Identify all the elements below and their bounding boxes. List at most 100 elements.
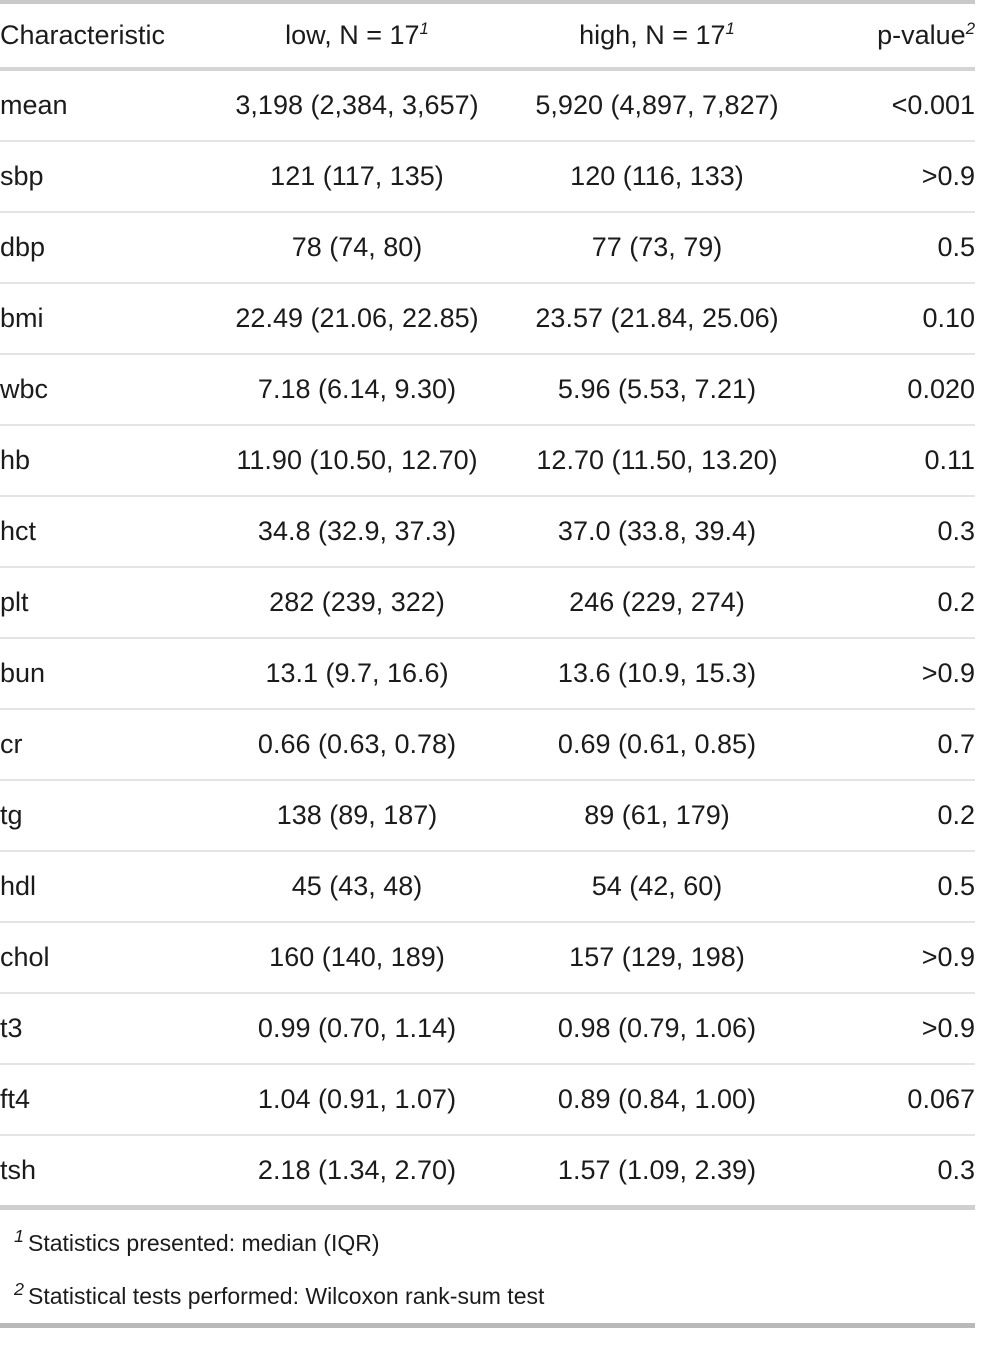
table-header-row: Characteristic low, N = 171 high, N = 17…	[0, 0, 975, 71]
cell-high: 5,920 (4,897, 7,827)	[507, 69, 807, 142]
table-row: chol 160 (140, 189) 157 (129, 198) >0.9	[0, 922, 975, 994]
table-bottom-border	[0, 1323, 975, 1330]
column-header-low-footnote-marker: 1	[419, 19, 429, 38]
cell-pvalue: 0.3	[807, 496, 975, 568]
column-header-high-footnote-marker: 1	[725, 19, 735, 38]
footnote-1-text: Statistics presented: median (IQR)	[27, 1230, 380, 1256]
column-header-characteristic-label: Characteristic	[0, 20, 166, 50]
column-header-low: low, N = 171	[207, 0, 507, 71]
cell-low: 160 (140, 189)	[207, 922, 507, 994]
table-row: plt 282 (239, 322) 246 (229, 274) 0.2	[0, 567, 975, 639]
cell-pvalue: 0.5	[807, 851, 975, 923]
cell-characteristic: mean	[0, 69, 207, 142]
footnote-2-marker: 2	[14, 1279, 24, 1300]
table-row: sbp 121 (117, 135) 120 (116, 133) >0.9	[0, 141, 975, 213]
cell-low: 11.90 (10.50, 12.70)	[207, 425, 507, 497]
column-header-characteristic: Characteristic	[0, 0, 207, 71]
summary-table-container: Characteristic low, N = 171 high, N = 17…	[0, 0, 986, 1330]
footnote-2: 2 Statistical tests performed: Wilcoxon r…	[0, 1270, 975, 1326]
table-row: wbc 7.18 (6.14, 9.30) 5.96 (5.53, 7.21) 0.0…	[0, 354, 975, 426]
cell-pvalue: 0.067	[807, 1064, 975, 1136]
cell-characteristic: chol	[0, 922, 207, 994]
cell-high: 0.69 (0.61, 0.85)	[507, 709, 807, 781]
cell-low: 7.18 (6.14, 9.30)	[207, 354, 507, 426]
cell-characteristic: bun	[0, 638, 207, 710]
table-row: mean 3,198 (2,384, 3,657) 5,920 (4,897, 7,…	[0, 69, 975, 142]
cell-characteristic: wbc	[0, 354, 207, 426]
cell-low: 0.99 (0.70, 1.14)	[207, 993, 507, 1065]
cell-characteristic: plt	[0, 567, 207, 639]
footnote-1: 1 Statistics presented: median (IQR)	[0, 1210, 975, 1270]
cell-pvalue: >0.9	[807, 141, 975, 213]
table-header: Characteristic low, N = 171 high, N = 17…	[0, 0, 975, 71]
cell-pvalue: 0.5	[807, 212, 975, 284]
cell-pvalue: <0.001	[807, 69, 975, 142]
cell-pvalue: 0.11	[807, 425, 975, 497]
table-row: tg 138 (89, 187) 89 (61, 179) 0.2	[0, 780, 975, 852]
cell-high: 23.57 (21.84, 25.06)	[507, 283, 807, 355]
cell-low: 2.18 (1.34, 2.70)	[207, 1135, 507, 1208]
cell-low: 13.1 (9.7, 16.6)	[207, 638, 507, 710]
cell-high: 77 (73, 79)	[507, 212, 807, 284]
table-row: dbp 78 (74, 80) 77 (73, 79) 0.5	[0, 212, 975, 284]
footnote-row-2: 2 Statistical tests performed: Wilcoxon r…	[0, 1270, 975, 1326]
cell-pvalue: 0.020	[807, 354, 975, 426]
table-row: t3 0.99 (0.70, 1.14) 0.98 (0.79, 1.06) >0.9	[0, 993, 975, 1065]
cell-characteristic: ft4	[0, 1064, 207, 1136]
cell-high: 0.98 (0.79, 1.06)	[507, 993, 807, 1065]
comparison-summary-table: Characteristic low, N = 171 high, N = 17…	[0, 0, 975, 1330]
cell-characteristic: dbp	[0, 212, 207, 284]
cell-high: 246 (229, 274)	[507, 567, 807, 639]
cell-high: 157 (129, 198)	[507, 922, 807, 994]
cell-pvalue: 0.2	[807, 567, 975, 639]
cell-pvalue: >0.9	[807, 638, 975, 710]
cell-high: 54 (42, 60)	[507, 851, 807, 923]
cell-high: 37.0 (33.8, 39.4)	[507, 496, 807, 568]
cell-high: 5.96 (5.53, 7.21)	[507, 354, 807, 426]
column-header-low-label: low, N = 17	[285, 20, 420, 50]
cell-pvalue: 0.2	[807, 780, 975, 852]
cell-pvalue: 0.7	[807, 709, 975, 781]
column-header-high-label: high, N = 17	[579, 20, 726, 50]
cell-pvalue: 0.3	[807, 1135, 975, 1208]
cell-low: 3,198 (2,384, 3,657)	[207, 69, 507, 142]
cell-low: 34.8 (32.9, 37.3)	[207, 496, 507, 568]
cell-pvalue: >0.9	[807, 922, 975, 994]
cell-high: 13.6 (10.9, 15.3)	[507, 638, 807, 710]
column-header-high: high, N = 171	[507, 0, 807, 71]
cell-high: 12.70 (11.50, 13.20)	[507, 425, 807, 497]
cell-low: 1.04 (0.91, 1.07)	[207, 1064, 507, 1136]
cell-characteristic: sbp	[0, 141, 207, 213]
column-header-pvalue: p-value2	[807, 0, 975, 71]
cell-characteristic: hb	[0, 425, 207, 497]
table-row: bun 13.1 (9.7, 16.6) 13.6 (10.9, 15.3) >0.9	[0, 638, 975, 710]
table-row: hb 11.90 (10.50, 12.70) 12.70 (11.50, 13.2…	[0, 425, 975, 497]
cell-low: 121 (117, 135)	[207, 141, 507, 213]
cell-high: 120 (116, 133)	[507, 141, 807, 213]
cell-low: 78 (74, 80)	[207, 212, 507, 284]
footnote-row-1: 1 Statistics presented: median (IQR)	[0, 1210, 975, 1270]
table-row: ft4 1.04 (0.91, 1.07) 0.89 (0.84, 1.00) 0.0…	[0, 1064, 975, 1136]
cell-low: 22.49 (21.06, 22.85)	[207, 283, 507, 355]
cell-low: 0.66 (0.63, 0.78)	[207, 709, 507, 781]
column-header-pvalue-footnote-marker: 2	[965, 19, 975, 38]
cell-characteristic: hdl	[0, 851, 207, 923]
table-row: bmi 22.49 (21.06, 22.85) 23.57 (21.84, 25.…	[0, 283, 975, 355]
cell-pvalue: >0.9	[807, 993, 975, 1065]
cell-high: 1.57 (1.09, 2.39)	[507, 1135, 807, 1208]
table-footer: 1 Statistics presented: median (IQR) 2 Sta…	[0, 1205, 975, 1330]
table-row: hct 34.8 (32.9, 37.3) 37.0 (33.8, 39.4) 0.3	[0, 496, 975, 568]
cell-low: 138 (89, 187)	[207, 780, 507, 852]
footnote-1-marker: 1	[14, 1226, 24, 1247]
table-row: tsh 2.18 (1.34, 2.70) 1.57 (1.09, 2.39) 0.3	[0, 1135, 975, 1208]
footnote-2-text: Statistical tests performed: Wilcoxon ra…	[27, 1283, 545, 1309]
cell-characteristic: t3	[0, 993, 207, 1065]
table-row: cr 0.66 (0.63, 0.78) 0.69 (0.61, 0.85) 0.7	[0, 709, 975, 781]
cell-characteristic: tg	[0, 780, 207, 852]
cell-characteristic: tsh	[0, 1135, 207, 1208]
cell-low: 282 (239, 322)	[207, 567, 507, 639]
cell-high: 0.89 (0.84, 1.00)	[507, 1064, 807, 1136]
table-bottom-border-row	[0, 1323, 975, 1330]
cell-low: 45 (43, 48)	[207, 851, 507, 923]
table-row: hdl 45 (43, 48) 54 (42, 60) 0.5	[0, 851, 975, 923]
